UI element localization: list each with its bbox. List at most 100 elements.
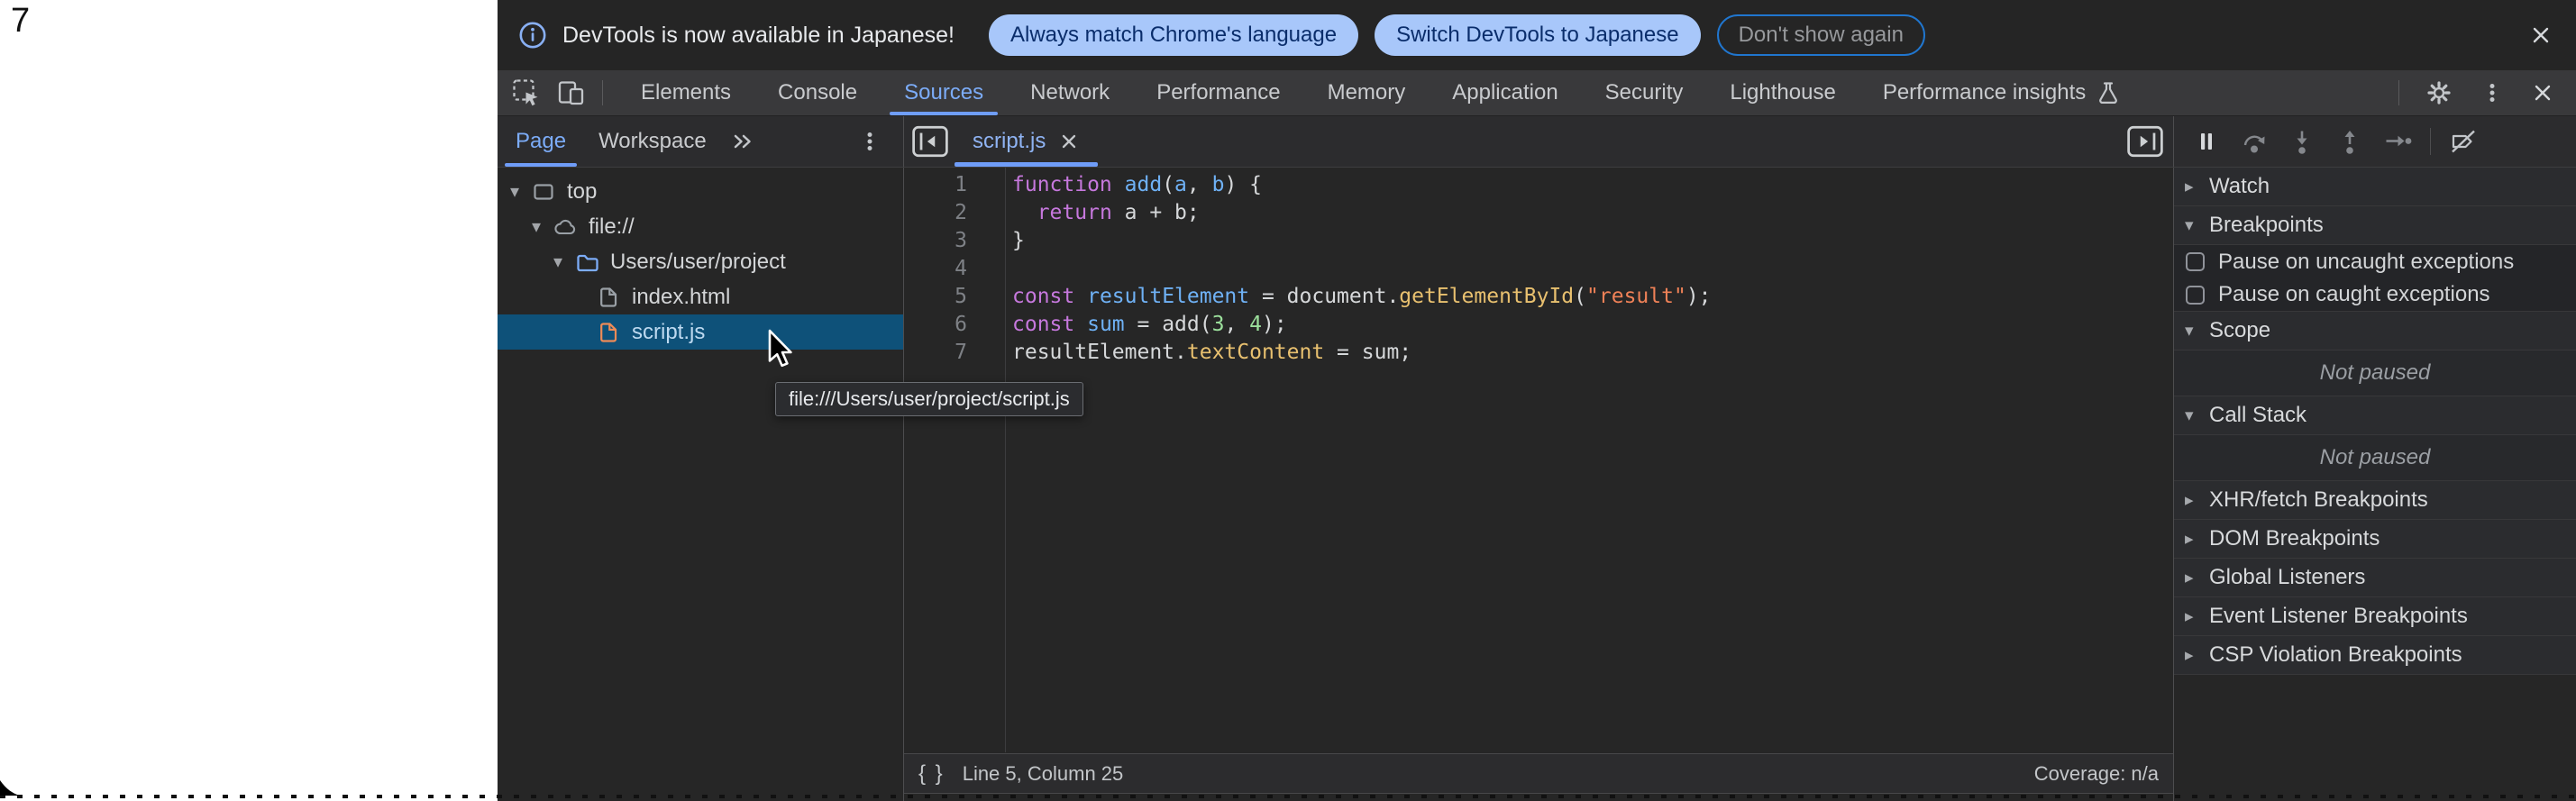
deactivate-breakpoints-icon — [2448, 126, 2479, 157]
notification-action-don-t-show-again[interactable]: Don't show again — [1717, 14, 1925, 56]
tab-performance-insights[interactable]: Performance insights — [1859, 70, 2145, 115]
section-collapse-arrow-icon: ▾ — [2185, 215, 2209, 236]
pretty-print-icon[interactable]: { } — [918, 761, 945, 787]
device-icon — [555, 77, 588, 109]
more-menu-icon[interactable] — [2479, 79, 2506, 106]
secondary-toolbar: PageWorkspace script.js — [498, 116, 2576, 168]
line-number[interactable]: 6 — [904, 311, 1005, 339]
tab-application[interactable]: Application — [1429, 70, 1581, 115]
line-number[interactable]: 4 — [904, 255, 1005, 283]
checkbox[interactable] — [2186, 252, 2205, 271]
tree-expand-arrow-icon[interactable]: ▾ — [510, 180, 532, 203]
notification-action-switch-devtools-to-japanese[interactable]: Switch DevTools to Japanese — [1375, 14, 1701, 56]
settings-gear-icon[interactable] — [2423, 77, 2455, 109]
tab-console[interactable]: Console — [754, 70, 881, 115]
tab-sources[interactable]: Sources — [881, 70, 1007, 115]
inspect-icon[interactable] — [510, 77, 543, 109]
line-number[interactable]: 2 — [904, 199, 1005, 227]
section-label: XHR/fetch Breakpoints — [2209, 487, 2428, 513]
section-header-dom-breakpoints[interactable]: ▸DOM Breakpoints — [2174, 520, 2576, 559]
tree-item-script-js[interactable]: script.js — [498, 314, 903, 350]
section-header-call-stack[interactable]: ▾Call Stack — [2174, 396, 2576, 435]
section-expand-arrow-icon: ▸ — [2185, 490, 2209, 511]
tab-network[interactable]: Network — [1007, 70, 1133, 115]
code-area[interactable]: 1function add(a, b) {2 return a + b;3}45… — [904, 168, 2173, 752]
code-line-content: function add(a, b) { — [1005, 171, 1262, 199]
section-label: CSP Violation Breakpoints — [2209, 642, 2462, 668]
tree-item-users-user-project[interactable]: ▾Users/user/project — [498, 244, 903, 279]
cursor-fragment-icon — [0, 780, 20, 796]
code-line-content: const sum = add(3, 4); — [1005, 311, 1287, 339]
section-empty-state: Not paused — [2174, 350, 2576, 396]
section-label: Breakpoints — [2209, 213, 2324, 238]
debugger-sidebar: ▸Watch▾BreakpointsPause on uncaught exce… — [2174, 168, 2576, 801]
close-devtools-icon[interactable] — [2529, 79, 2556, 106]
mouse-cursor — [767, 328, 792, 369]
section-header-event-listener-breakpoints[interactable]: ▸Event Listener Breakpoints — [2174, 597, 2576, 636]
hide-navigator-icon[interactable] — [911, 124, 949, 159]
notification-action-always-match-chrome-s-language[interactable]: Always match Chrome's language — [989, 14, 1358, 56]
tab-lighthouse[interactable]: Lighthouse — [1706, 70, 1859, 115]
tree-item-label: script.js — [632, 320, 705, 345]
tab-label: Application — [1452, 80, 1557, 105]
tab-label: Lighthouse — [1730, 80, 1835, 105]
tree-item-index-html[interactable]: index.html — [498, 279, 903, 314]
code-line-content: return a + b; — [1005, 199, 1200, 227]
tree-item-label: index.html — [632, 285, 730, 310]
tab-elements[interactable]: Elements — [617, 70, 754, 115]
debugger-toolbar — [2174, 116, 2576, 167]
more-tabs-icon[interactable] — [730, 128, 757, 155]
toolbar-divider — [2430, 128, 2431, 155]
code-editor-pane[interactable]: 1function add(a, b) {2 return a + b;3}45… — [904, 168, 2174, 801]
file-tree: ▾top▾file://▾Users/user/project index.htm… — [498, 174, 903, 350]
file-icon — [597, 286, 620, 309]
checkbox[interactable] — [2186, 286, 2205, 305]
line-number[interactable]: 3 — [904, 227, 1005, 255]
section-header-xhr-fetch-breakpoints[interactable]: ▸XHR/fetch Breakpoints — [2174, 481, 2576, 520]
step-over-button[interactable] — [2239, 126, 2270, 157]
close-tab-icon[interactable] — [1058, 131, 1080, 152]
tab-label: Memory — [1328, 80, 1406, 105]
device-toolbar-icon[interactable] — [555, 77, 588, 109]
line-number[interactable]: 5 — [904, 283, 1005, 311]
step-out-icon — [2334, 126, 2365, 157]
code-line-content: const resultElement = document.getElemen… — [1005, 283, 1712, 311]
step-out-button[interactable] — [2334, 126, 2365, 157]
navigator-tab-page[interactable]: Page — [501, 116, 580, 167]
step-into-button[interactable] — [2287, 126, 2317, 157]
deactivate-breakpoints-button[interactable] — [2448, 126, 2479, 157]
code-line-content: resultElement.textContent = sum; — [1005, 339, 1411, 367]
tab-memory[interactable]: Memory — [1304, 70, 1430, 115]
code-line: 1function add(a, b) { — [904, 171, 2173, 199]
code-line: 7resultElement.textContent = sum; — [904, 339, 2173, 367]
show-debugger-sidebar-icon[interactable] — [2126, 124, 2164, 159]
tab-performance[interactable]: Performance — [1133, 70, 1303, 115]
pause-button[interactable] — [2191, 126, 2222, 157]
navigator-menu-icon[interactable] — [856, 128, 883, 155]
section-header-scope[interactable]: ▾Scope — [2174, 312, 2576, 350]
main-tabs: ElementsConsoleSourcesNetworkPerformance… — [617, 70, 2145, 115]
tree-item-file[interactable]: ▾file:// — [498, 209, 903, 244]
section-header-breakpoints[interactable]: ▾Breakpoints — [2174, 206, 2576, 245]
editor-tab-script-js[interactable]: script.js — [955, 116, 1098, 167]
checkbox-row-pause-on-uncaught-exceptions[interactable]: Pause on uncaught exceptions — [2174, 245, 2576, 278]
section-label: DOM Breakpoints — [2209, 526, 2380, 551]
coverage-label: Coverage: n/a — [2034, 762, 2159, 786]
section-expand-arrow-icon: ▸ — [2185, 177, 2209, 197]
tab-security[interactable]: Security — [1582, 70, 1707, 115]
line-number[interactable]: 1 — [904, 171, 1005, 199]
tree-expand-arrow-icon[interactable]: ▾ — [532, 215, 553, 238]
step-button[interactable] — [2382, 126, 2413, 157]
inspect-cursor-icon — [510, 77, 543, 109]
tree-expand-arrow-icon[interactable]: ▾ — [553, 250, 575, 273]
line-number[interactable]: 7 — [904, 339, 1005, 367]
section-header-global-listeners[interactable]: ▸Global Listeners — [2174, 559, 2576, 597]
tree-item-top[interactable]: ▾top — [498, 174, 903, 209]
code-lines: 1function add(a, b) {2 return a + b;3}45… — [904, 171, 2173, 367]
notification-close-icon[interactable] — [2527, 22, 2554, 49]
section-header-watch[interactable]: ▸Watch — [2174, 168, 2576, 206]
checkbox-row-pause-on-caught-exceptions[interactable]: Pause on caught exceptions — [2174, 278, 2576, 312]
tab-label: Elements — [641, 80, 731, 105]
section-header-csp-violation-breakpoints[interactable]: ▸CSP Violation Breakpoints — [2174, 636, 2576, 675]
navigator-tab-workspace[interactable]: Workspace — [584, 116, 721, 167]
